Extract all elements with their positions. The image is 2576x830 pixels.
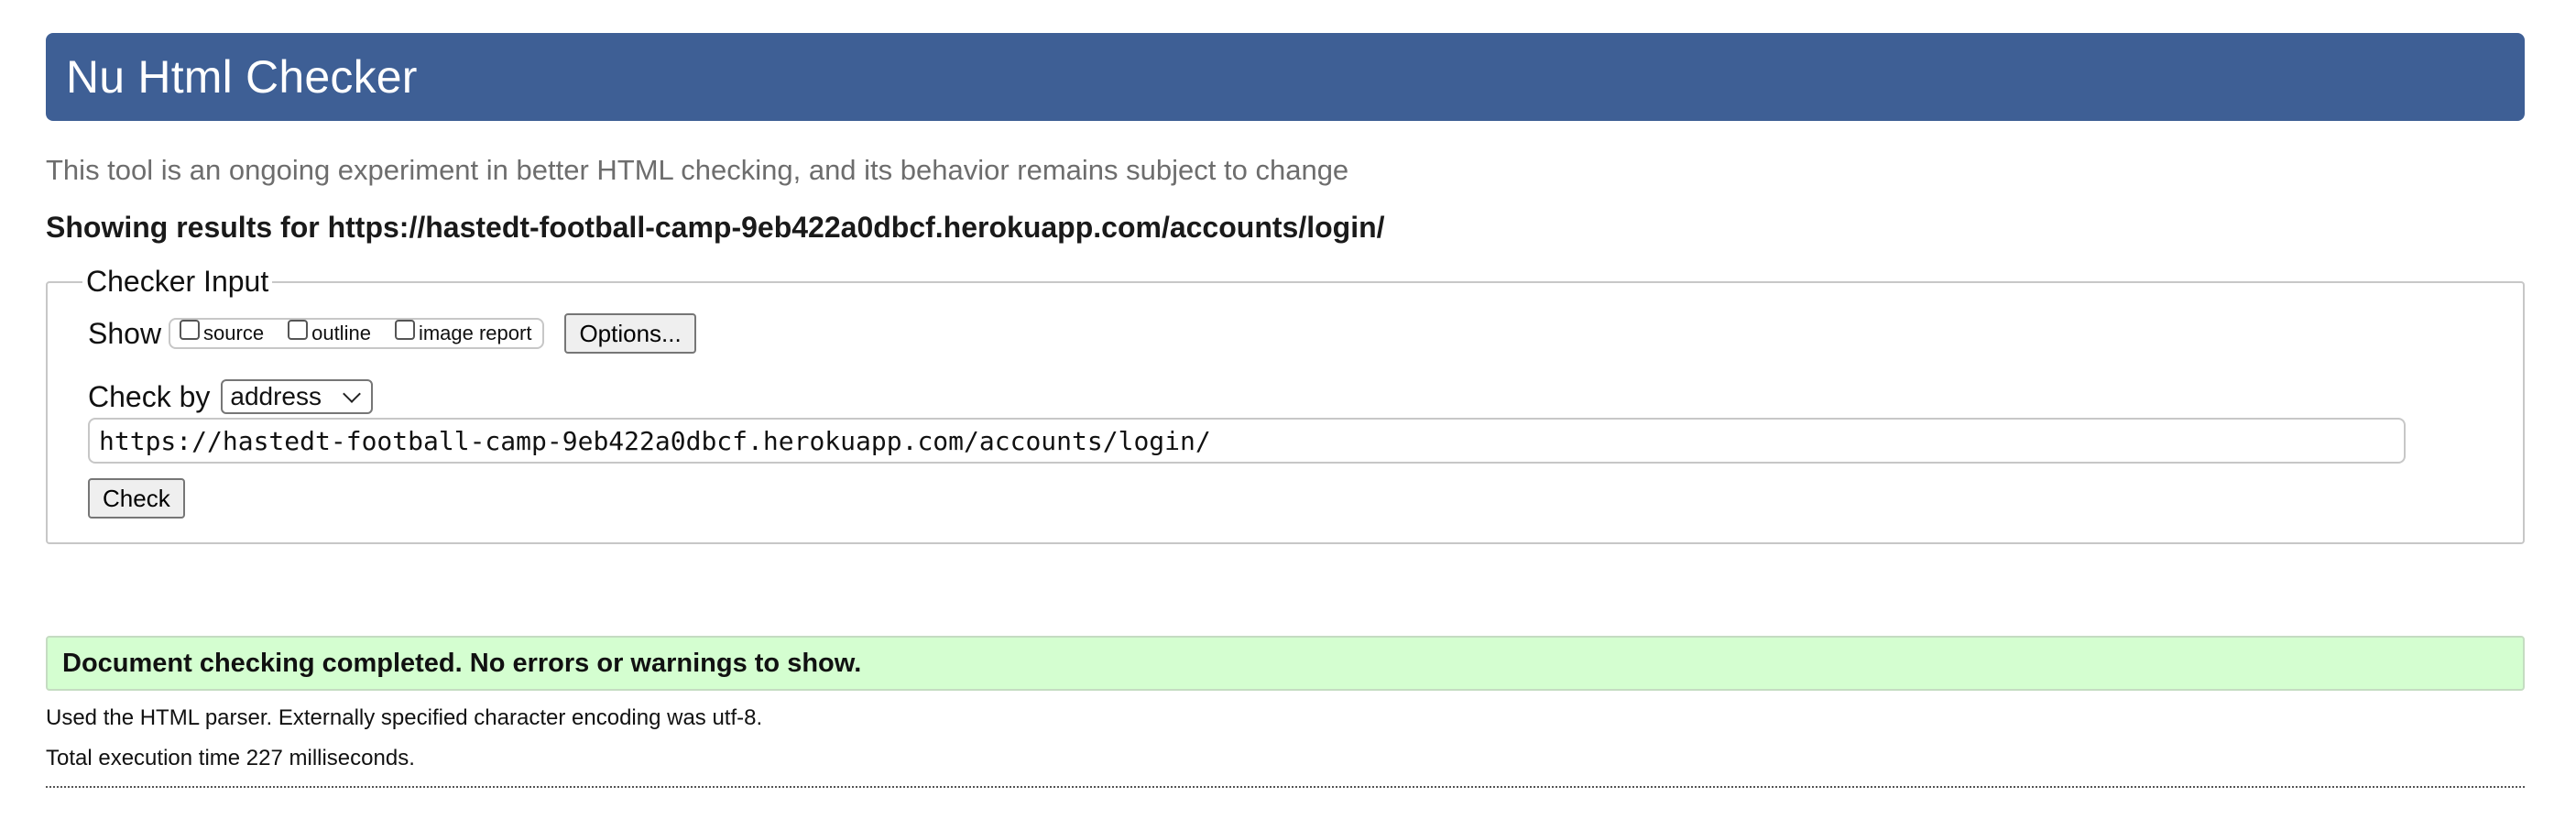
show-source-option[interactable]: source <box>180 320 265 345</box>
check-by-label: Check by <box>88 379 211 413</box>
outline-checkbox[interactable] <box>288 320 309 340</box>
show-outline-option[interactable]: outline <box>288 320 371 345</box>
header-banner: Nu Html Checker <box>46 33 2525 121</box>
image-report-checkbox[interactable] <box>394 320 415 340</box>
dotted-divider <box>46 786 2525 788</box>
source-checkbox[interactable] <box>180 320 201 340</box>
checker-input-fieldset: Checker Input Show source outline image … <box>46 265 2525 544</box>
outline-checkbox-label: outline <box>311 322 371 344</box>
chevron-down-icon <box>343 385 362 403</box>
tagline: This tool is an ongoing experiment in be… <box>46 154 1349 186</box>
show-image-report-option[interactable]: image report <box>394 320 532 345</box>
results-heading: Showing results for https://hastedt-foot… <box>46 211 1385 244</box>
execution-time: Total execution time 227 milliseconds. <box>46 746 415 770</box>
page-title: Nu Html Checker <box>66 51 418 103</box>
show-options-group: source outline image report <box>169 318 545 349</box>
url-input[interactable]: https://hastedt-football-camp-9eb422a0db… <box>88 418 2406 464</box>
source-checkbox-label: source <box>203 322 265 344</box>
show-row: Show source outline image report Options… <box>88 313 2483 354</box>
parser-info: Used the HTML parser. Externally specifi… <box>46 705 763 730</box>
show-label: Show <box>88 316 162 350</box>
page: Nu Html Checker This tool is an ongoing … <box>46 33 2525 788</box>
image-report-checkbox-label: image report <box>418 322 532 344</box>
checker-input-legend: Checker Input <box>86 265 269 298</box>
options-button[interactable]: Options... <box>564 313 696 354</box>
success-message: Document checking completed. No errors o… <box>46 636 2525 691</box>
check-by-row: Check by address <box>88 379 2483 414</box>
check-by-select[interactable]: address <box>221 379 374 414</box>
check-button[interactable]: Check <box>88 478 185 519</box>
check-by-selected-value: address <box>230 382 322 410</box>
